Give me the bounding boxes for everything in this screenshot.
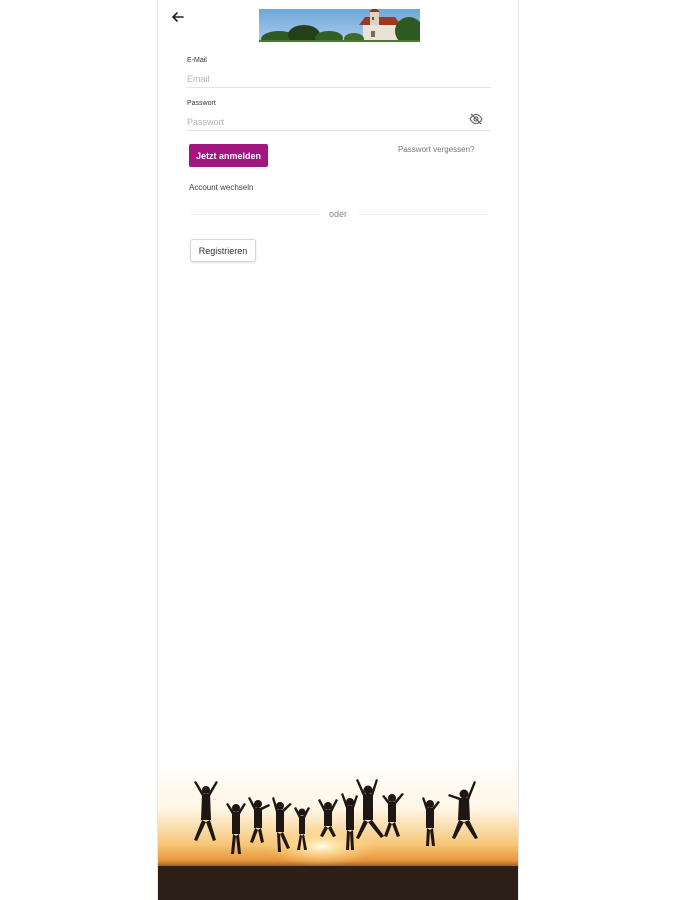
password-input[interactable] <box>187 114 491 131</box>
forgot-password-link[interactable]: Passwort vergessen? <box>398 145 474 154</box>
email-input[interactable] <box>187 71 491 88</box>
email-label: E-Mail <box>187 57 207 64</box>
password-label: Passwort <box>187 100 216 107</box>
register-button[interactable]: Registrieren <box>190 239 256 262</box>
app-screen: E-Mail Passwort Jetzt anmelden Passwort … <box>157 0 519 900</box>
login-button[interactable]: Jetzt anmelden <box>189 144 268 167</box>
footer-jumping-people-image <box>158 760 518 900</box>
divider-line-left <box>190 214 320 215</box>
switch-account-link[interactable]: Account wechseln <box>189 183 253 192</box>
eye-off-icon[interactable] <box>469 113 483 125</box>
back-arrow-icon[interactable] <box>170 9 186 25</box>
divider-line-right <box>358 214 488 215</box>
header-church-image <box>259 9 420 42</box>
divider-label: oder <box>329 209 348 219</box>
